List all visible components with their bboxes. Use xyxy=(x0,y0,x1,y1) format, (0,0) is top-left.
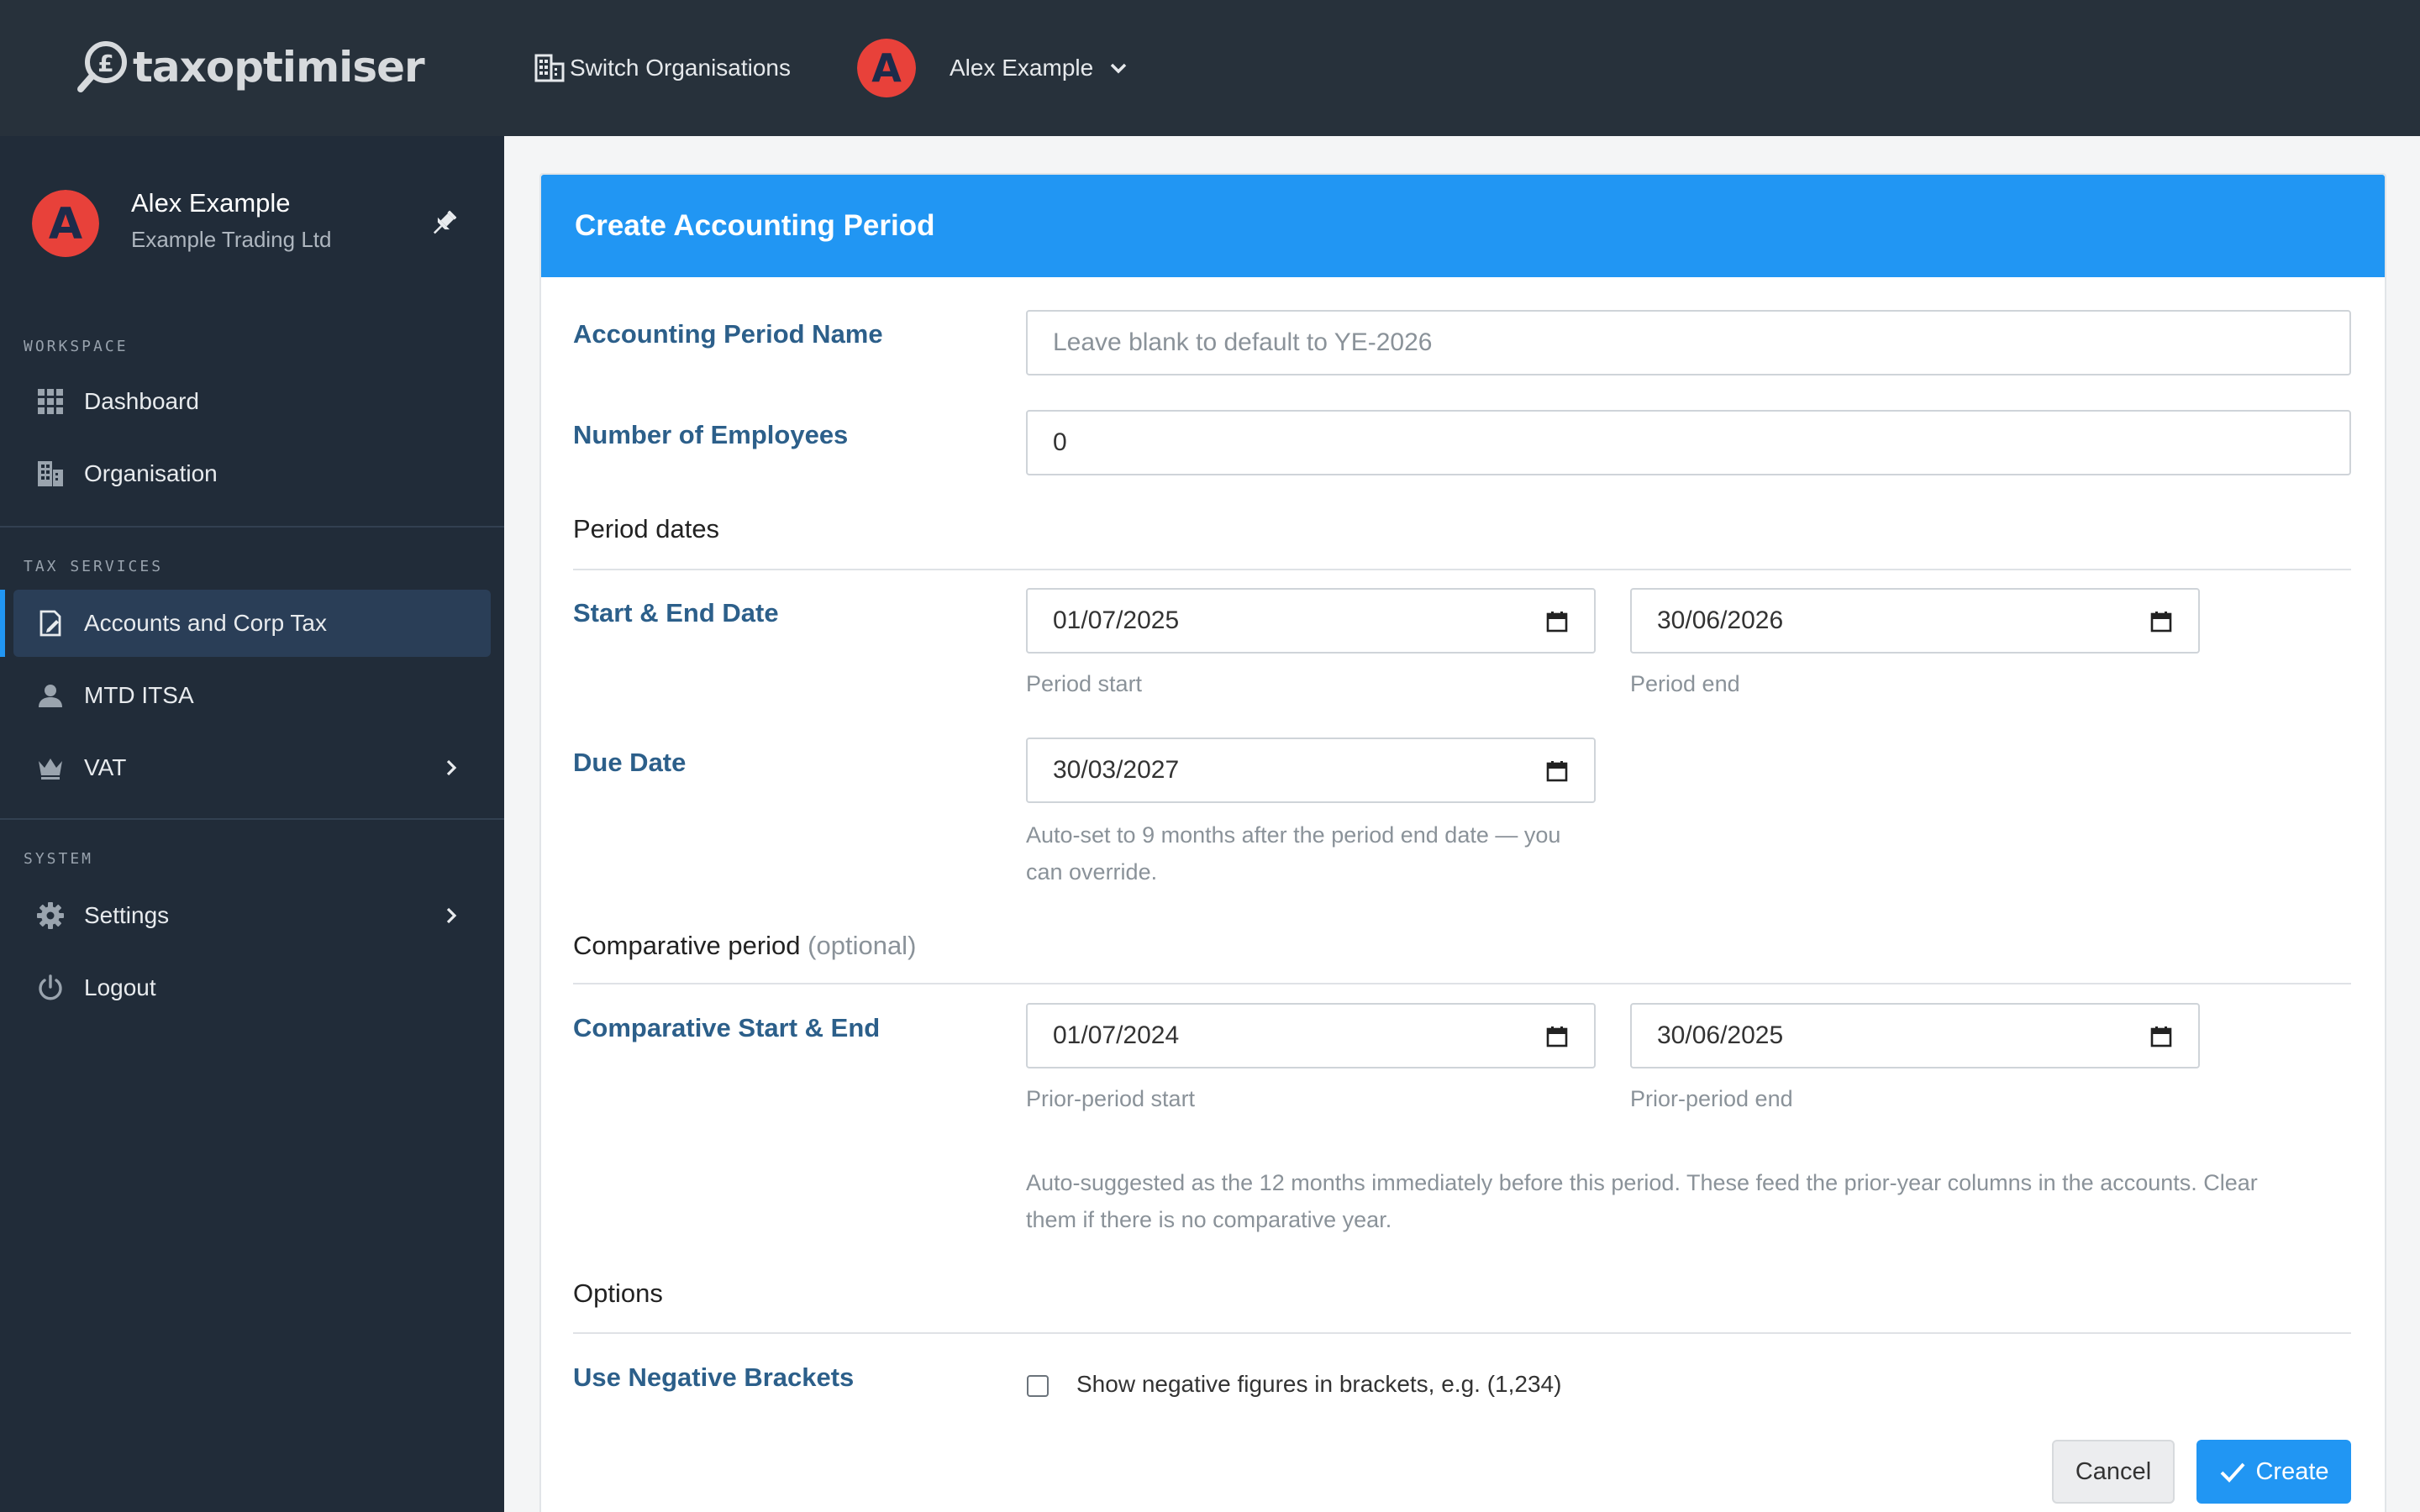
period-start-hint: Period start xyxy=(1026,671,1143,696)
building-icon xyxy=(35,459,66,489)
sidebar-item-organisation[interactable]: Organisation xyxy=(13,440,491,507)
cancel-button-label: Cancel xyxy=(2075,1457,2152,1485)
comparative-start-date-input[interactable]: 01/07/2024 xyxy=(1026,1003,1596,1068)
date-value: 01/07/2024 xyxy=(1053,1021,1180,1049)
sidebar-item-label: Organisation xyxy=(84,460,218,486)
sidebar-item-label: Logout xyxy=(84,974,156,1000)
date-value: 01/07/2025 xyxy=(1053,606,1180,634)
due-date-hint: Auto-set to 9 months after the period en… xyxy=(1026,816,1560,890)
comparative-end-date-input[interactable]: 30/06/2025 xyxy=(1630,1003,2200,1068)
brand-name: taxoptimiser xyxy=(133,43,425,92)
number-of-employees-label: Number of Employees xyxy=(573,420,849,449)
date-value: 30/06/2026 xyxy=(1657,606,1784,634)
section-divider xyxy=(573,1332,2351,1334)
section-label-tax-services: TAX SERVICES xyxy=(24,558,164,575)
calendar-icon[interactable] xyxy=(2149,1025,2173,1048)
optional-tag: (optional) xyxy=(808,931,917,960)
create-button-label: Create xyxy=(2255,1457,2329,1485)
sidebar-item-label: MTD ITSA xyxy=(84,682,194,708)
pound-magnifier-icon: £ xyxy=(77,41,127,92)
switch-organisations-button[interactable]: Switch Organisations xyxy=(534,47,791,89)
sidebar-item-label: Dashboard xyxy=(84,388,199,414)
due-date-input[interactable]: 30/03/2027 xyxy=(1026,738,1596,803)
sidebar-item-mtd-itsa[interactable]: MTD ITSA xyxy=(13,662,491,729)
date-value: 30/03/2027 xyxy=(1053,756,1180,784)
sidebar-item-dashboard[interactable]: Dashboard xyxy=(13,368,491,435)
negative-brackets-checkbox[interactable] xyxy=(1027,1375,1049,1397)
options-heading: Options xyxy=(573,1278,663,1308)
grid-icon xyxy=(35,386,66,417)
checkmark-icon xyxy=(2221,1462,2245,1483)
chevron-right-icon xyxy=(446,759,457,776)
svg-text:A: A xyxy=(49,199,82,249)
top-bar: £ taxoptimiser Switch Organisations A Al… xyxy=(0,0,2420,136)
calendar-icon[interactable] xyxy=(1545,610,1569,633)
brand-logo[interactable]: £ taxoptimiser xyxy=(76,34,425,101)
calendar-icon[interactable] xyxy=(1545,759,1569,783)
sidebar-item-logout[interactable]: Logout xyxy=(13,954,491,1021)
card-header: Create Accounting Period xyxy=(541,175,2385,277)
avatar: A xyxy=(857,39,916,97)
sidebar-item-vat[interactable]: VAT xyxy=(13,734,491,801)
period-start-date-input[interactable]: 01/07/2025 xyxy=(1026,588,1596,654)
number-of-employees-input[interactable]: 0 xyxy=(1026,410,2351,475)
sidebar-item-settings[interactable]: Settings xyxy=(13,882,491,949)
svg-text:£: £ xyxy=(97,50,113,77)
comparative-period-title: Comparative period xyxy=(573,931,801,960)
gear-icon xyxy=(35,900,66,931)
comparative-period-heading: Comparative period (optional) xyxy=(573,931,916,961)
profile-name: Alex Example xyxy=(131,188,291,218)
comparative-note-line: Auto-suggested as the 12 months immediat… xyxy=(1026,1170,2258,1195)
sidebar-item-label: Settings xyxy=(84,902,170,928)
period-end-hint: Period end xyxy=(1630,671,1740,696)
cancel-button[interactable]: Cancel xyxy=(2052,1440,2175,1504)
building-icon xyxy=(534,54,565,82)
comparative-note-line: them if there is no comparative year. xyxy=(1026,1207,1392,1232)
sidebar-item-label: VAT xyxy=(84,754,127,780)
comparative-start-hint: Prior-period start xyxy=(1026,1086,1196,1111)
date-value: 30/06/2025 xyxy=(1657,1021,1784,1049)
avatar: A xyxy=(32,190,99,257)
negative-brackets-checkbox-label[interactable]: Show negative figures in brackets, e.g. … xyxy=(1076,1371,1561,1398)
sidebar-divider xyxy=(0,526,504,528)
switch-organisations-label: Switch Organisations xyxy=(570,55,792,81)
comparative-end-hint: Prior-period end xyxy=(1630,1086,1793,1111)
section-divider xyxy=(573,569,2351,570)
user-menu[interactable]: A Alex Example xyxy=(857,39,1128,97)
pin-icon[interactable] xyxy=(427,207,460,240)
document-edit-icon xyxy=(35,608,66,638)
due-date-hint-line: can override. xyxy=(1026,859,1158,885)
calendar-icon[interactable] xyxy=(2149,610,2173,633)
create-button[interactable]: Create xyxy=(2196,1440,2351,1504)
period-dates-heading: Period dates xyxy=(573,514,720,543)
sidebar-item-accounts-corp-tax[interactable]: Accounts and Corp Tax xyxy=(13,590,491,657)
comparative-note: Auto-suggested as the 12 months immediat… xyxy=(1026,1164,2351,1238)
page-title: Create Accounting Period xyxy=(575,209,935,242)
profile-organisation: Example Trading Ltd xyxy=(131,227,332,252)
chevron-right-icon xyxy=(446,907,457,924)
calendar-icon[interactable] xyxy=(1545,1025,1569,1048)
power-icon xyxy=(35,973,66,1003)
section-divider xyxy=(573,983,2351,984)
due-date-hint-line: Auto-set to 9 months after the period en… xyxy=(1026,822,1561,848)
svg-text:A: A xyxy=(871,45,902,91)
section-label-system: SYSTEM xyxy=(24,850,94,868)
user-name: Alex Example xyxy=(950,55,1094,81)
sidebar-divider xyxy=(0,818,504,820)
due-date-label: Due Date xyxy=(573,748,687,777)
chevron-down-icon xyxy=(1110,63,1127,74)
period-end-date-input[interactable]: 30/06/2026 xyxy=(1630,588,2200,654)
person-icon xyxy=(35,680,66,711)
accounting-period-name-input[interactable]: Leave blank to default to YE-2026 xyxy=(1026,310,2351,375)
active-indicator xyxy=(0,590,5,657)
start-end-date-label: Start & End Date xyxy=(573,598,779,627)
accounting-period-name-label: Accounting Period Name xyxy=(573,319,883,349)
use-negative-brackets-label: Use Negative Brackets xyxy=(573,1362,855,1392)
comparative-start-end-label: Comparative Start & End xyxy=(573,1013,881,1042)
sidebar-profile: A Alex Example Example Trading Ltd xyxy=(32,183,486,264)
sidebar-item-label: Accounts and Corp Tax xyxy=(84,610,327,636)
section-label-workspace: WORKSPACE xyxy=(24,338,129,355)
crown-icon xyxy=(35,753,66,783)
sidebar: A Alex Example Example Trading Ltd WORKS… xyxy=(0,136,504,1512)
